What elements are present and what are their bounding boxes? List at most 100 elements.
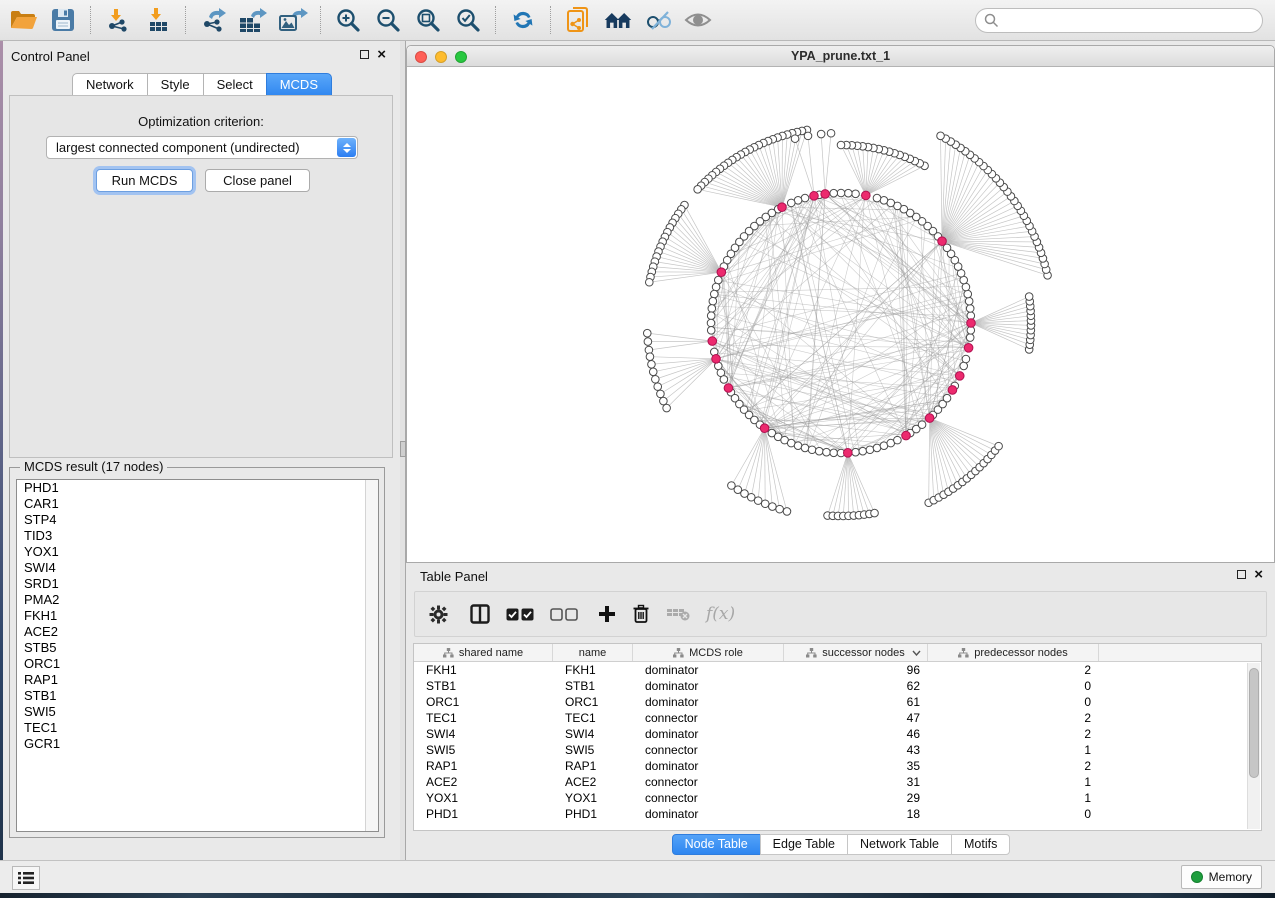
settings-gear-icon[interactable] [429, 605, 448, 624]
cell[interactable]: ORC1 [414, 694, 553, 710]
mcds-result-list[interactable]: PHD1CAR1STP4TID3YOX1SWI4SRD1PMA2FKH1ACE2… [16, 479, 379, 832]
cell[interactable]: 43 [784, 742, 928, 758]
import-table-icon[interactable] [143, 5, 173, 35]
mcds-result-item[interactable]: PHD1 [17, 480, 378, 496]
cell[interactable]: YOX1 [553, 790, 633, 806]
save-session-icon[interactable] [48, 5, 78, 35]
cell[interactable]: SWI5 [553, 742, 633, 758]
cell[interactable]: 96 [784, 662, 928, 678]
mcds-result-item[interactable]: ACE2 [17, 624, 378, 640]
table-row[interactable]: STB1STB1dominator620 [414, 678, 1261, 694]
deselect-all-checks-icon[interactable] [550, 608, 578, 621]
refresh-view-icon[interactable] [508, 5, 538, 35]
cell[interactable]: PHD1 [553, 806, 633, 822]
mcds-hub-node[interactable] [778, 203, 787, 212]
mcds-hub-node[interactable] [938, 237, 947, 246]
cell[interactable]: 0 [928, 678, 1099, 694]
cell[interactable]: TEC1 [414, 710, 553, 726]
close-panel-button[interactable]: Close panel [205, 169, 310, 192]
cell[interactable]: 18 [784, 806, 928, 822]
column-header-predecessor-nodes[interactable]: predecessor nodes [928, 644, 1099, 661]
cell[interactable]: 61 [784, 694, 928, 710]
cell[interactable]: dominator [633, 678, 784, 694]
mcds-hub-node[interactable] [844, 449, 853, 458]
tab-select[interactable]: Select [203, 73, 267, 97]
cell[interactable]: dominator [633, 758, 784, 774]
mcds-hub-node[interactable] [724, 384, 733, 393]
export-table-icon[interactable] [238, 5, 268, 35]
mcds-hub-node[interactable] [967, 319, 976, 328]
close-panel-icon[interactable]: × [377, 50, 386, 59]
mcds-hub-node[interactable] [821, 190, 830, 199]
mcds-result-item[interactable]: STB1 [17, 688, 378, 704]
mcds-hub-node[interactable] [955, 372, 964, 381]
cell[interactable]: RAP1 [414, 758, 553, 774]
cell[interactable]: dominator [633, 694, 784, 710]
cell[interactable]: connector [633, 774, 784, 790]
cell[interactable]: ACE2 [553, 774, 633, 790]
mcds-result-item[interactable]: RAP1 [17, 672, 378, 688]
mcds-result-item[interactable]: FKH1 [17, 608, 378, 624]
mcds-result-item[interactable]: SWI4 [17, 560, 378, 576]
cell[interactable]: 31 [784, 774, 928, 790]
mcds-hub-node[interactable] [760, 424, 769, 433]
select-all-checks-icon[interactable] [506, 608, 534, 621]
mcds-result-item[interactable]: PMA2 [17, 592, 378, 608]
cell[interactable]: 2 [928, 710, 1099, 726]
mcds-list-scrollbar[interactable] [365, 480, 378, 831]
mcds-hub-node[interactable] [708, 337, 717, 346]
mcds-result-item[interactable]: TID3 [17, 528, 378, 544]
mcds-hub-node[interactable] [948, 386, 957, 395]
network-window-titlebar[interactable]: YPA_prune.txt_1 [407, 46, 1274, 67]
cell[interactable]: YOX1 [414, 790, 553, 806]
zoom-in-icon[interactable] [333, 5, 363, 35]
tab-network[interactable]: Network [72, 73, 148, 97]
cell[interactable]: RAP1 [553, 758, 633, 774]
table-row[interactable]: FKH1FKH1dominator962 [414, 662, 1261, 678]
cell[interactable]: PHD1 [414, 806, 553, 822]
add-column-icon[interactable] [598, 605, 616, 623]
mcds-hub-node[interactable] [717, 268, 726, 277]
cell[interactable]: 47 [784, 710, 928, 726]
tab-mcds[interactable]: MCDS [266, 73, 332, 97]
cell[interactable]: ORC1 [553, 694, 633, 710]
cell[interactable]: TEC1 [553, 710, 633, 726]
task-history-button[interactable] [12, 866, 40, 890]
tab-motifs[interactable]: Motifs [951, 834, 1010, 855]
table-scrollbar[interactable] [1247, 663, 1260, 829]
cell[interactable]: 62 [784, 678, 928, 694]
home-icon[interactable] [603, 5, 633, 35]
table-row[interactable]: SWI4SWI4dominator462 [414, 726, 1261, 742]
export-network-icon[interactable] [198, 5, 228, 35]
window-minimize-button[interactable] [435, 51, 447, 63]
tab-style[interactable]: Style [147, 73, 204, 97]
zoom-out-icon[interactable] [373, 5, 403, 35]
hide-glasses-icon[interactable] [643, 5, 673, 35]
mcds-result-item[interactable]: YOX1 [17, 544, 378, 560]
cell[interactable]: dominator [633, 662, 784, 678]
mcds-hub-node[interactable] [862, 191, 871, 200]
cell[interactable]: STB1 [553, 678, 633, 694]
cell[interactable]: 2 [928, 758, 1099, 774]
export-image-icon[interactable] [278, 5, 308, 35]
mcds-result-item[interactable]: ORC1 [17, 656, 378, 672]
cell[interactable]: 1 [928, 774, 1099, 790]
cell[interactable]: connector [633, 790, 784, 806]
table-row[interactable]: ORC1ORC1dominator610 [414, 694, 1261, 710]
mcds-result-item[interactable]: STP4 [17, 512, 378, 528]
share-document-icon[interactable] [563, 5, 593, 35]
cell[interactable]: ACE2 [414, 774, 553, 790]
table-row[interactable]: TEC1TEC1connector472 [414, 710, 1261, 726]
mcds-result-item[interactable]: STB5 [17, 640, 378, 656]
cell[interactable]: dominator [633, 726, 784, 742]
cell[interactable]: 1 [928, 790, 1099, 806]
mcds-result-item[interactable]: GCR1 [17, 736, 378, 752]
cell[interactable]: FKH1 [553, 662, 633, 678]
column-header-MCDS-role[interactable]: MCDS role [633, 644, 784, 661]
cell[interactable]: FKH1 [414, 662, 553, 678]
import-network-icon[interactable] [103, 5, 133, 35]
cell[interactable]: 35 [784, 758, 928, 774]
table-row[interactable]: SWI5SWI5connector431 [414, 742, 1261, 758]
window-zoom-button[interactable] [455, 51, 467, 63]
delete-column-icon[interactable] [632, 604, 650, 624]
